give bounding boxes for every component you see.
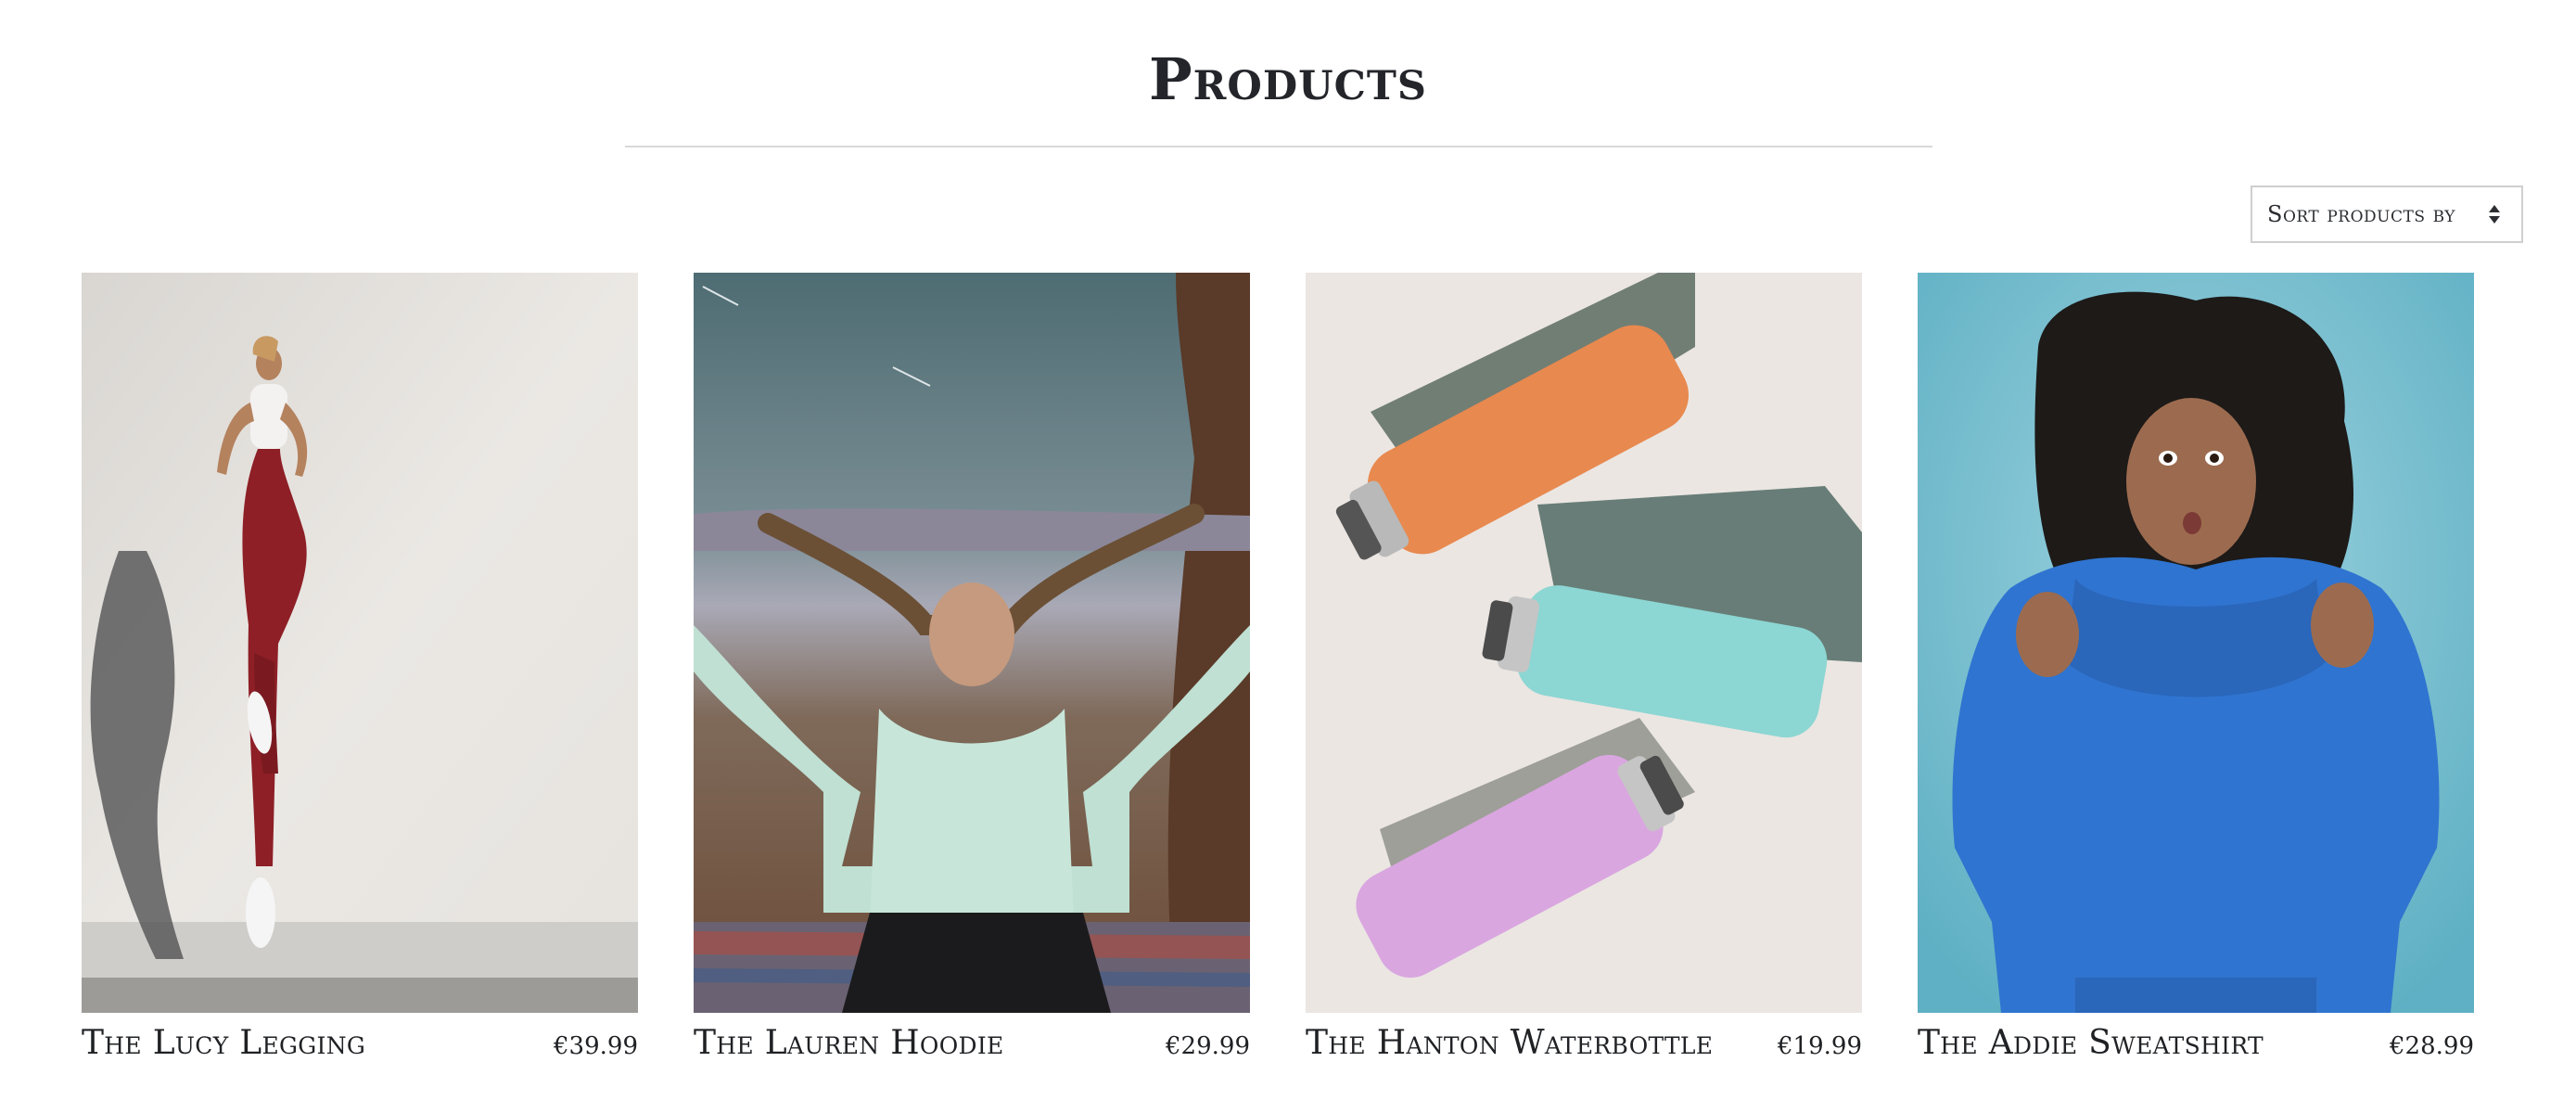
product-price: €29.99: [1166, 1032, 1250, 1060]
product-name[interactable]: The Lucy Legging: [82, 1024, 365, 1062]
product-price: €19.99: [1778, 1032, 1862, 1060]
product-image[interactable]: [1918, 273, 2474, 1013]
product-image[interactable]: [694, 273, 1250, 1013]
product-image[interactable]: [82, 273, 638, 1013]
product-card: The Hanton Waterbottle €19.99: [1306, 273, 1862, 1062]
product-card: The Lucy Legging €39.99: [82, 273, 638, 1062]
product-price: €39.99: [554, 1032, 638, 1060]
product-card: The Lauren Hoodie €29.99: [694, 273, 1250, 1062]
product-name[interactable]: The Hanton Waterbottle: [1306, 1024, 1713, 1062]
sort-arrows-icon: [2489, 205, 2500, 224]
product-name[interactable]: The Addie Sweatshirt: [1918, 1024, 2264, 1062]
sort-label: Sort products by: [2267, 201, 2456, 227]
product-image[interactable]: [1306, 273, 1862, 1013]
products-page: Products Sort products by The Lucy Leggi…: [0, 0, 2576, 1113]
page-title: Products: [1149, 45, 1427, 113]
product-card: The Addie Sweatshirt €28.99: [1918, 273, 2474, 1062]
sort-select[interactable]: Sort products by: [2251, 186, 2523, 243]
product-name[interactable]: The Lauren Hoodie: [694, 1024, 1004, 1062]
product-price: €28.99: [2390, 1032, 2474, 1060]
title-divider: [625, 146, 1932, 147]
